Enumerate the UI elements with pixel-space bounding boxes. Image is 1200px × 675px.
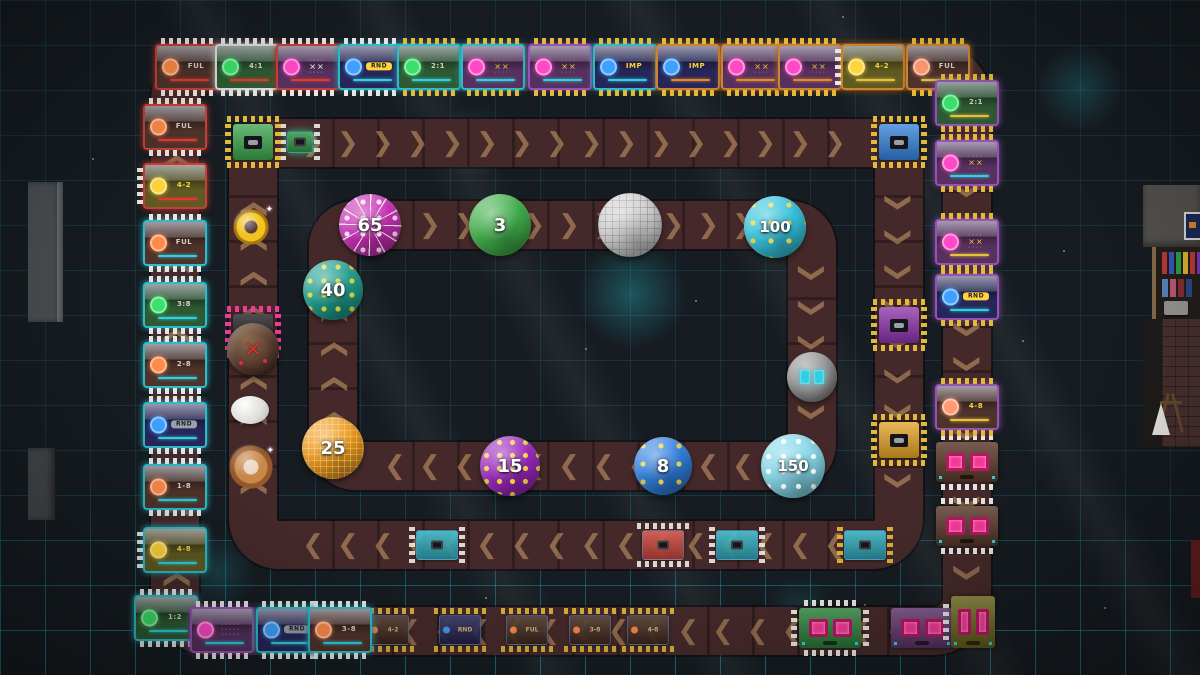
vignette [0, 0, 1200, 675]
game-viewport: ❯❯❯❯❯❯❯❯❯❯❯❯❯❯❯❯❯❯❯❯❯❯❯❯❯❯❯❯❯❯❯❯❯❯❮❮❮❮❮❮… [0, 0, 1200, 675]
